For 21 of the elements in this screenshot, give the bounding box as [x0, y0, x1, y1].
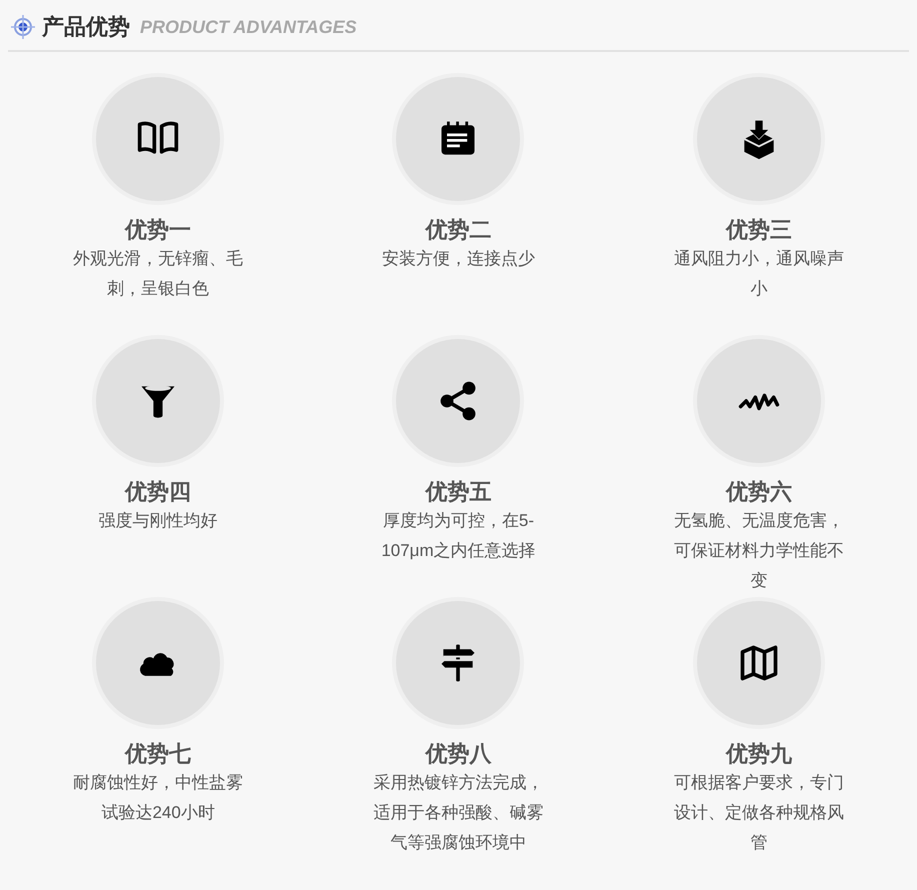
- advantage-title: 优势七: [125, 740, 192, 768]
- advantage-title: 优势九: [726, 740, 792, 768]
- advantage-description: 厚度均为可控，在5-107μm之内任意选择: [380, 510, 537, 562]
- advantage-description: 通风阻力小，通风噪声小: [672, 248, 845, 300]
- advantage-title: 优势六: [726, 478, 792, 506]
- advantage-title: 优势八: [425, 740, 492, 768]
- section-title: 产品优势: [42, 13, 130, 41]
- advantage-description: 可根据客户要求，专门设计、定做各种规格风管: [672, 772, 845, 854]
- section-subtitle: PRODUCT ADVANTAGES: [140, 16, 357, 38]
- advantage-description: 耐腐蚀性好，中性盐雾试验达240小时: [72, 772, 244, 824]
- advantage-description: 强度与刚性均好: [98, 510, 219, 532]
- advantage-description: 外观光滑，无锌瘤、毛刺，呈银白色: [72, 248, 244, 300]
- advantage-title: 优势五: [425, 478, 492, 506]
- advantage-title: 优势一: [125, 216, 192, 244]
- crosshair-icon: [10, 14, 36, 40]
- advantage-title: 优势三: [726, 216, 792, 244]
- advantage-description: 采用热镀锌方法完成，适用于各种强酸、碱雾气等强腐蚀环境中: [372, 772, 544, 854]
- advantage-title: 优势二: [425, 216, 492, 244]
- advantage-description: 无氢脆、无温度危害，可保证材料力学性能不变: [672, 510, 845, 592]
- advantage-description: 安装方便，连接点少: [380, 248, 536, 270]
- advantage-title: 优势四: [125, 478, 192, 506]
